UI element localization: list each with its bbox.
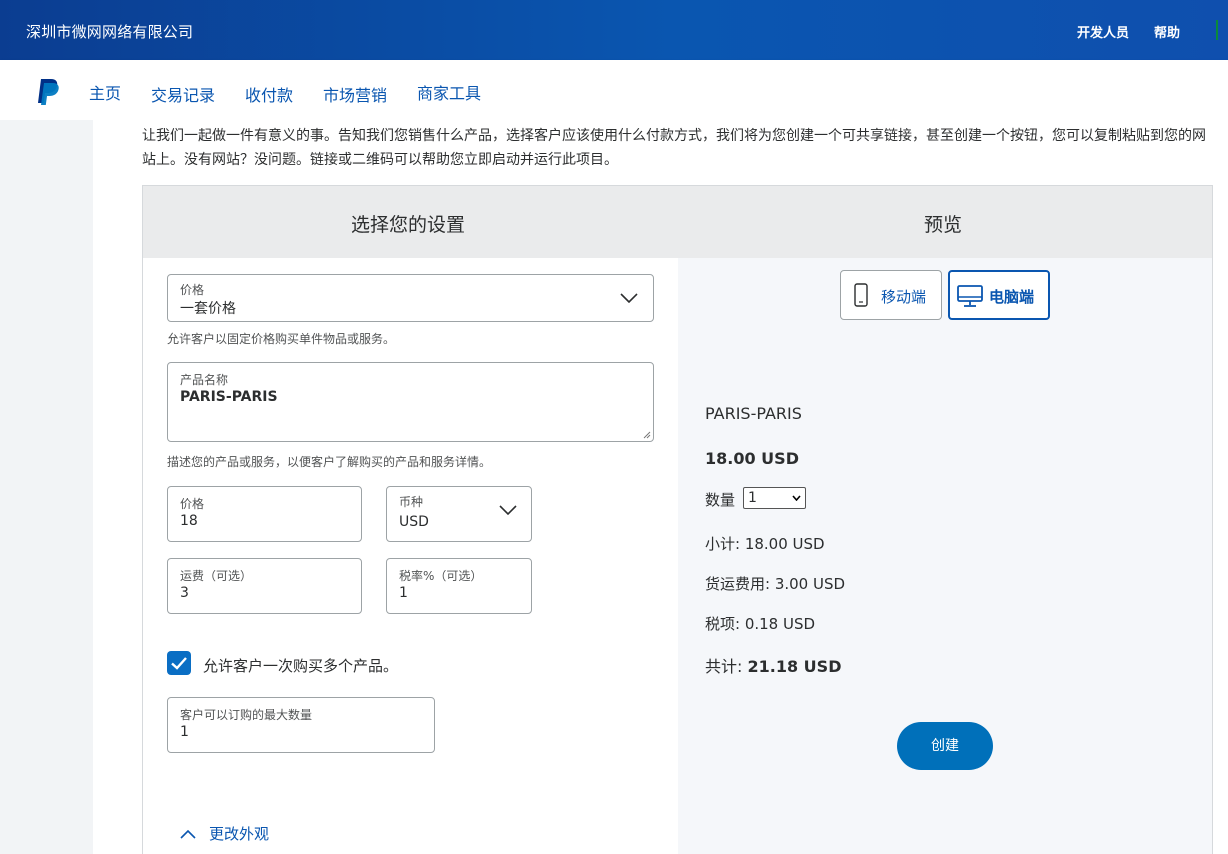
left-gutter [0, 120, 93, 854]
price-value: 18 [180, 513, 198, 529]
tax-rate-field[interactable]: 税率%（可选） 1 [386, 558, 532, 614]
preview-tax: 税项: 0.18 USD [705, 615, 816, 633]
status-indicator [1216, 20, 1218, 40]
preview-subtotal: 小计: 18.00 USD [705, 535, 825, 553]
nav-transactions[interactable]: 交易记录 [151, 82, 215, 106]
main-nav: 主页 交易记录 收付款 市场营销 商家工具 [0, 60, 1228, 120]
max-qty-label: 客户可以订购的最大数量 [180, 708, 313, 722]
shipping-field[interactable]: 运费（可选） 3 [167, 558, 362, 614]
nav-merchant-tools[interactable]: 商家工具 [417, 80, 481, 104]
preview-shipping: 货运费用: 3.00 USD [705, 575, 846, 593]
preview-title: 预览 [924, 214, 963, 236]
settings-title: 选择您的设置 [351, 214, 466, 236]
preview-total-label: 共计: [705, 657, 743, 676]
product-name-help: 描述您的产品或服务，以便客户了解购买的产品和服务详情。 [167, 455, 492, 469]
price-type-help: 允许客户以固定价格购买单件物品或服务。 [167, 332, 396, 346]
checkmark-icon [171, 657, 187, 670]
product-name-value: PARIS-PARIS [180, 389, 278, 405]
currency-value: USD [399, 514, 429, 530]
nav-home[interactable]: 主页 [89, 80, 121, 104]
preview-price: 18.00 USD [705, 449, 799, 468]
price-field[interactable]: 价格 18 [167, 486, 362, 542]
multi-qty-checkbox[interactable] [167, 651, 191, 675]
preview-total-value: 21.18 USD [747, 657, 842, 676]
panel-header: 选择您的设置 预览 [143, 186, 1212, 258]
create-button[interactable]: 创建 [897, 722, 993, 770]
chevron-down-icon [499, 505, 517, 515]
max-qty-field[interactable]: 客户可以订购的最大数量 1 [167, 697, 435, 753]
nav-marketing[interactable]: 市场营销 [323, 82, 387, 106]
mobile-phone-icon [854, 283, 868, 307]
chevron-up-icon [180, 829, 196, 839]
desktop-monitor-icon [957, 285, 983, 307]
tax-rate-label: 税率%（可选） [399, 569, 483, 583]
preview-qty-select[interactable]: 1 [743, 487, 806, 509]
preview-product-name: PARIS-PARIS [705, 404, 802, 423]
resize-handle-icon[interactable] [643, 431, 651, 439]
product-name-field[interactable]: 产品名称 PARIS-PARIS [167, 362, 654, 442]
desktop-view-label: 电脑端 [989, 288, 1035, 306]
shipping-value: 3 [180, 585, 189, 601]
customize-label: 更改外观 [209, 825, 270, 843]
chevron-down-icon [792, 495, 801, 501]
currency-select[interactable]: 币种 USD [386, 486, 532, 542]
developer-link[interactable]: 开发人员 [1077, 22, 1129, 41]
preview-qty-label: 数量 [705, 491, 736, 509]
shipping-label: 运费（可选） [180, 569, 253, 583]
product-name-label: 产品名称 [180, 373, 229, 387]
preview-qty-value: 1 [748, 490, 757, 506]
intro-text: 让我们一起做一件有意义的事。告知我们您销售什么产品，选择客户应该使用什么付款方式… [142, 128, 1206, 168]
price-type-value: 一套价格 [180, 301, 236, 317]
nav-payments[interactable]: 收付款 [245, 82, 293, 106]
desktop-view-button[interactable]: 电脑端 [948, 270, 1050, 320]
mobile-view-button[interactable]: 移动端 [840, 270, 942, 320]
company-name: 深圳市微网网络有限公司 [26, 23, 194, 41]
price-label: 价格 [180, 497, 205, 511]
mobile-view-label: 移动端 [881, 288, 927, 306]
max-qty-value: 1 [180, 724, 189, 740]
preview-total: 共计: 21.18 USD [705, 653, 841, 677]
price-type-select[interactable]: 价格 一套价格 [167, 274, 654, 322]
tax-rate-value: 1 [399, 585, 408, 601]
top-bar: 深圳市微网网络有限公司 开发人员 帮助 [0, 0, 1228, 60]
multi-qty-label: 允许客户一次购买多个产品。 [203, 657, 399, 675]
currency-label: 币种 [399, 495, 424, 509]
chevron-down-icon [620, 293, 638, 303]
help-link[interactable]: 帮助 [1154, 22, 1180, 41]
paypal-logo-icon[interactable] [36, 78, 60, 106]
price-type-label: 价格 [180, 283, 205, 297]
